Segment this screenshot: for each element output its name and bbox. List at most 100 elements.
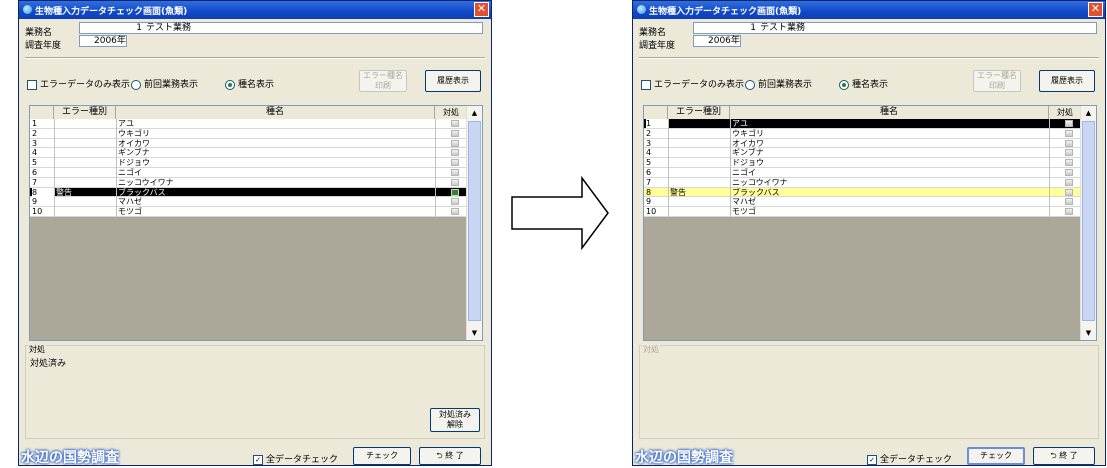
prev-radio[interactable]: 前回業務表示 [745, 77, 812, 90]
species-name-cell: オイカワ [732, 138, 764, 148]
row-number: 2 [32, 128, 38, 138]
error-print-button[interactable]: エラー種名 印刷 [359, 70, 407, 92]
taio-checkbox[interactable] [1065, 120, 1073, 127]
scroll-thumb[interactable] [1082, 121, 1095, 321]
vertical-scrollbar[interactable]: ▲ ▼ [466, 106, 482, 340]
taio-checkbox[interactable] [451, 159, 459, 167]
taio-clear-button[interactable]: 対処済み 解除 [430, 408, 480, 432]
radio-icon [131, 79, 141, 90]
table-row[interactable]: 10 モツゴ [644, 207, 1082, 217]
grid-line [730, 119, 731, 217]
table-row[interactable]: 2 ウキゴリ [30, 128, 468, 139]
table-row[interactable]: 9 マハゼ [644, 197, 1082, 208]
taio-checkbox[interactable] [451, 129, 459, 137]
scroll-up-icon[interactable]: ▲ [1081, 106, 1096, 120]
taio-checkbox[interactable] [451, 178, 459, 186]
taio-checkbox[interactable] [1065, 198, 1073, 206]
taio-group-title: 対処 [642, 344, 660, 355]
table-row[interactable]: 4 ギンブナ [644, 148, 1082, 159]
error-type-cell [670, 119, 730, 128]
title-bar[interactable]: 生物種入力データチェック画面(魚類) ✕ [633, 1, 1105, 19]
error-only-checkbox[interactable]: エラーデータのみ表示 [641, 77, 744, 90]
table-row[interactable]: 10 モツゴ [30, 207, 468, 217]
col-taio-header: 対処 [1049, 106, 1082, 119]
row-number: 9 [646, 197, 652, 207]
error-type-cell [56, 207, 116, 216]
error-only-checkbox[interactable]: エラーデータのみ表示 [27, 77, 130, 90]
scroll-up-icon[interactable]: ▲ [467, 106, 482, 120]
taio-checkbox[interactable] [451, 198, 459, 206]
vertical-scrollbar[interactable]: ▲ ▼ [1080, 106, 1096, 340]
species-radio[interactable]: 種名表示 [839, 77, 888, 90]
taio-checkbox[interactable] [1065, 178, 1073, 186]
error-type-cell [670, 148, 730, 157]
scroll-down-icon[interactable]: ▼ [467, 326, 482, 340]
row-number: 7 [646, 177, 652, 187]
taio-checkbox[interactable] [1065, 149, 1073, 157]
history-button[interactable]: 履歴表示 [425, 70, 481, 92]
history-button[interactable]: 履歴表示 [1039, 70, 1095, 92]
table-row[interactable]: 3 オイカワ [644, 138, 1082, 149]
taio-checkbox[interactable] [1065, 188, 1073, 196]
row-number: 3 [646, 138, 652, 148]
scroll-down-icon[interactable]: ▼ [1081, 326, 1096, 340]
exit-button[interactable]: ⮌ 終 了 [1033, 447, 1095, 465]
taio-checkbox[interactable] [451, 139, 459, 147]
prev-radio[interactable]: 前回業務表示 [131, 77, 198, 90]
species-grid[interactable]: エラー種別 種名 対処 1 アユ 2 ウキゴリ 3 オイカワ 4 ギンブナ 5 ドジョウ 6 ニゴイ 7… [643, 105, 1097, 341]
taio-checkbox[interactable] [1065, 168, 1073, 176]
taio-checkbox[interactable] [1065, 139, 1073, 147]
logo: 水辺の国勢調査 [21, 450, 119, 466]
row-number: 6 [32, 167, 38, 177]
scroll-thumb[interactable] [468, 121, 481, 321]
taio-checkbox[interactable] [1065, 208, 1073, 216]
species-radio[interactable]: 種名表示 [225, 77, 274, 90]
exit-button[interactable]: ⮌ 終 了 [419, 447, 481, 465]
taio-checkbox[interactable] [451, 149, 459, 157]
checkbox-checked-icon: ✓ [253, 454, 263, 465]
table-row[interactable]: 9 マハゼ [30, 197, 468, 208]
table-row[interactable]: 1 アユ [644, 119, 1082, 129]
grid-header: エラー種別 種名 対処 [30, 106, 468, 120]
all-data-checkbox[interactable]: ✓ 全データチェック [253, 452, 338, 465]
error-type-cell [670, 139, 730, 148]
taio-checkbox[interactable] [451, 168, 459, 176]
close-window-button[interactable]: ✕ [474, 2, 489, 17]
taio-checkbox[interactable] [1065, 129, 1073, 137]
table-row[interactable]: 7 ニッコウイワナ [644, 177, 1082, 188]
table-row[interactable]: 6 ニゴイ [644, 167, 1082, 178]
year-field: 2006年 [693, 35, 741, 47]
table-row[interactable]: 4 ギンブナ [30, 148, 468, 159]
error-type-cell: 警告 [56, 187, 72, 197]
table-row[interactable]: 8 警告 ブラックバス [30, 187, 468, 198]
species-name-cell: ニッコウイワナ [732, 177, 788, 187]
error-type-cell: 警告 [670, 187, 686, 197]
table-row[interactable]: 2 ウキゴリ [644, 128, 1082, 139]
table-row[interactable]: 1 アユ [30, 119, 468, 129]
table-row[interactable]: 3 オイカワ [30, 138, 468, 149]
radio-selected-icon [225, 79, 235, 90]
table-row[interactable]: 6 ニゴイ [30, 167, 468, 178]
all-data-checkbox[interactable]: ✓ 全データチェック [867, 452, 952, 465]
title-bar[interactable]: 生物種入力データチェック画面(魚類) ✕ [19, 1, 491, 19]
taio-checkbox[interactable] [451, 120, 459, 127]
taio-checkbox[interactable] [451, 188, 459, 196]
table-row[interactable]: 7 ニッコウイワナ [30, 177, 468, 188]
table-row[interactable]: 5 ドジョウ [644, 158, 1082, 168]
grid-rows: 1 アユ 2 ウキゴリ 3 オイカワ 4 ギンブナ 5 ドジョウ 6 ニゴイ 7 ニッコウイワナ 8 警告 ブラ… [644, 119, 1082, 217]
species-name-cell: ニゴイ [118, 167, 142, 177]
row-number: 8 [646, 187, 652, 197]
window-title: 生物種入力データチェック画面(魚類) [649, 7, 802, 17]
close-window-button[interactable]: ✕ [1088, 2, 1103, 17]
check-button[interactable]: チェック [967, 447, 1025, 465]
species-name-cell: アユ [732, 119, 748, 128]
gyomu-field: 1 テスト業務 [79, 22, 483, 34]
error-print-button[interactable]: エラー種名 印刷 [973, 70, 1021, 92]
species-grid[interactable]: エラー種別 種名 対処 1 アユ 2 ウキゴリ 3 オイカワ 4 ギンブナ 5 ドジョウ 6 ニゴイ 7… [29, 105, 483, 341]
grid-line [116, 119, 117, 217]
taio-checkbox[interactable] [1065, 159, 1073, 167]
check-button[interactable]: チェック [353, 447, 411, 465]
table-row[interactable]: 8 警告 ブラックバス [644, 187, 1082, 198]
taio-checkbox[interactable] [451, 208, 459, 216]
table-row[interactable]: 5 ドジョウ [30, 158, 468, 168]
